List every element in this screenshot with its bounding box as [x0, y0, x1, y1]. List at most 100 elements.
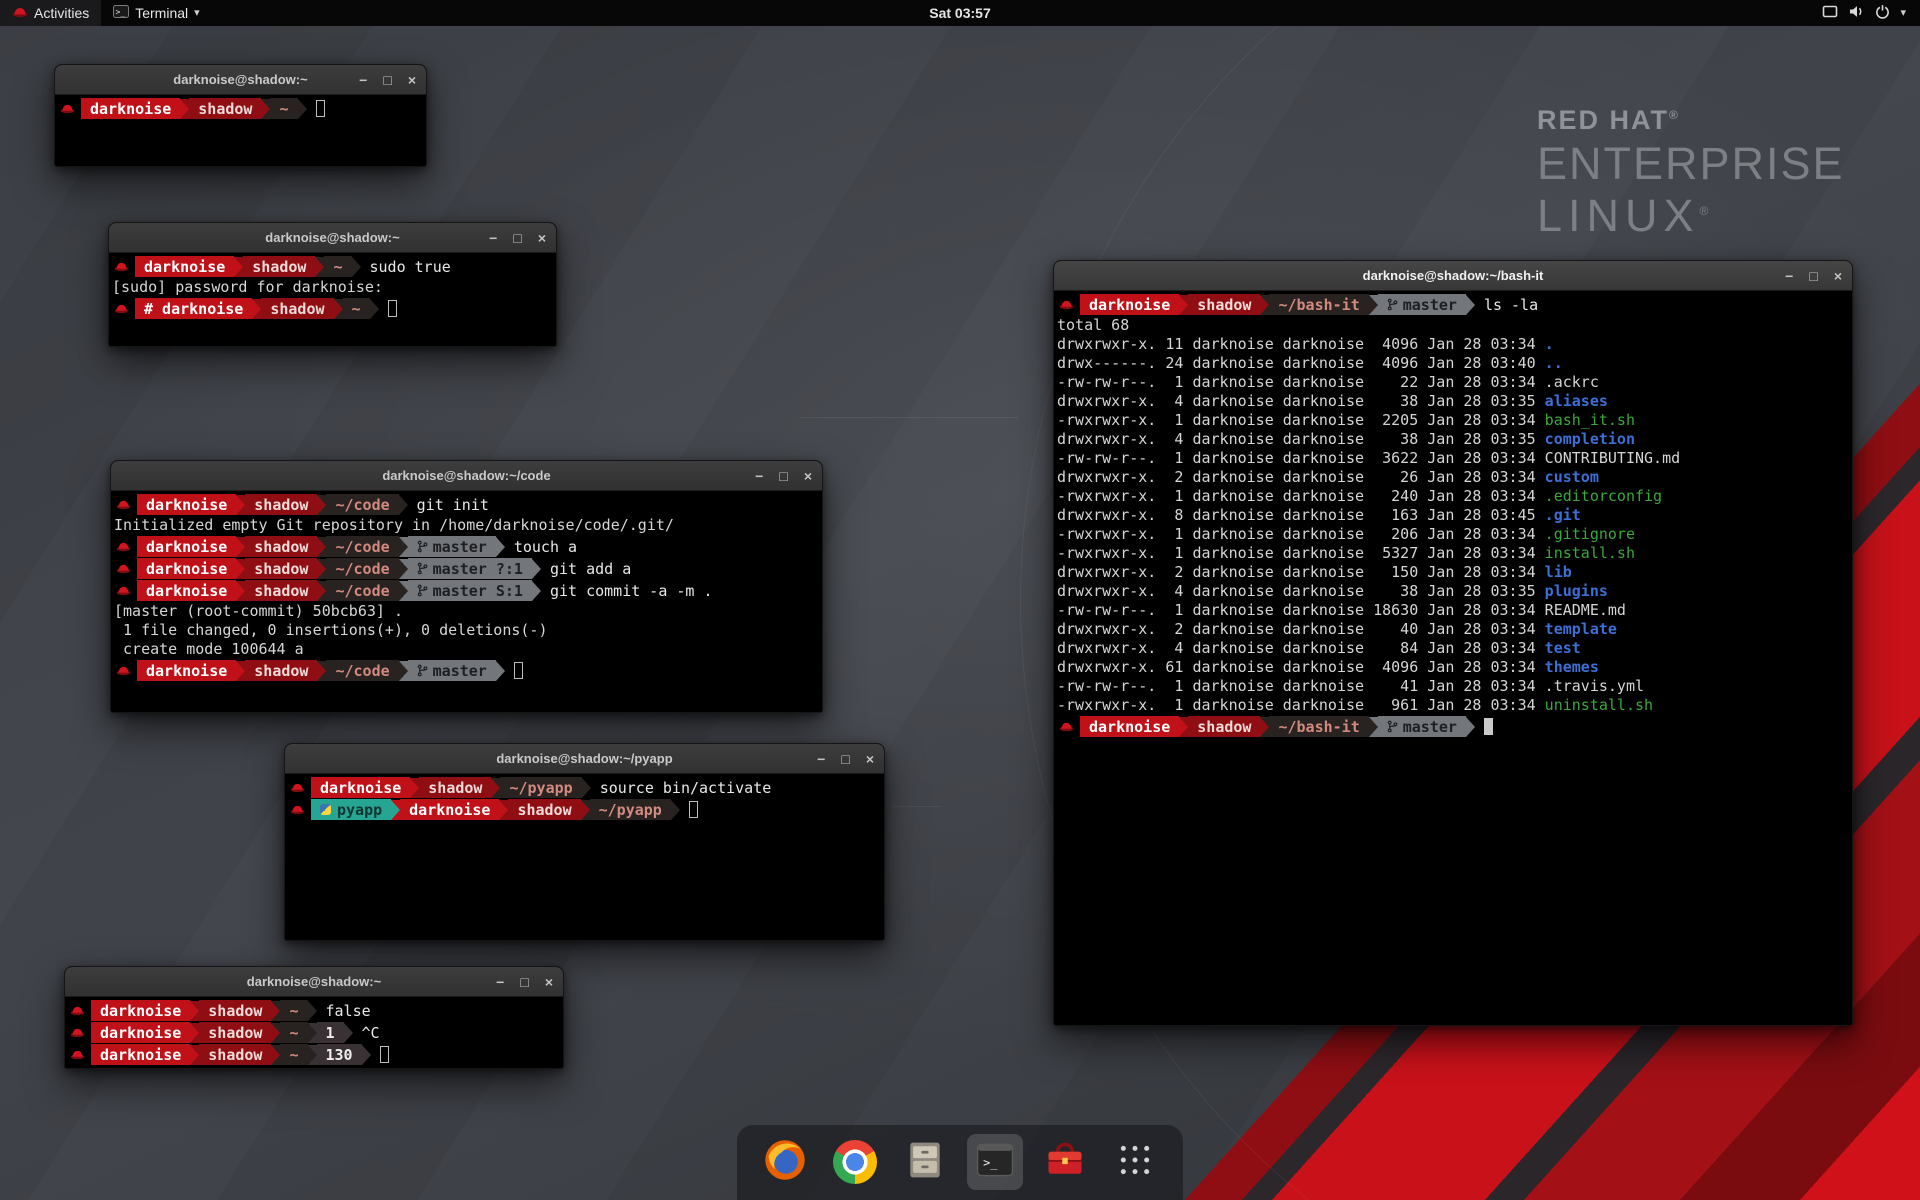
window-maximize-button[interactable]: □: [520, 975, 528, 989]
activities-button[interactable]: Activities: [0, 0, 101, 26]
terminal-body[interactable]: darknoiseshadow~sudo true[sudo] password…: [109, 253, 556, 322]
redhat-prompt-icon: [116, 541, 131, 552]
directory-name: test: [1545, 639, 1581, 657]
window-minimize-button[interactable]: −: [755, 469, 763, 483]
powerline-arrow-icon: [532, 581, 541, 601]
prompt-line: darknoiseshadow~false: [68, 1000, 561, 1021]
window-titlebar[interactable]: darknoise@shadow:~/pyapp−□×: [285, 744, 884, 774]
terminal-window-w5[interactable]: darknoise@shadow:~−□×darknoiseshadow~fal…: [64, 966, 564, 1069]
window-title: darknoise@shadow:~/code: [382, 468, 550, 483]
window-minimize-button[interactable]: −: [496, 975, 504, 989]
git-branch-icon: [1387, 298, 1398, 311]
git-branch-icon: [417, 540, 428, 553]
window-controls: − □ ×: [489, 223, 546, 252]
prompt-segment-user: darknoise: [1080, 294, 1179, 315]
ls-row: -rw-rw-r--. 1 darknoise darknoise 22 Jan…: [1057, 373, 1850, 392]
window-titlebar[interactable]: darknoise@shadow:~/code − □ ×: [111, 461, 822, 491]
dock-item-terminal[interactable]: >_: [967, 1134, 1023, 1190]
window-minimize-button[interactable]: −: [489, 231, 497, 245]
window-close-button[interactable]: ×: [538, 231, 546, 245]
prompt-segment-path: ~: [343, 298, 370, 319]
command-text: git commit -a -m .: [550, 582, 713, 600]
dock-item-toolbox[interactable]: [1037, 1134, 1093, 1190]
powerline-arrow-icon: [271, 1001, 280, 1021]
window-close-button[interactable]: ×: [1834, 269, 1842, 283]
window-maximize-button[interactable]: □: [513, 231, 521, 245]
directory-name: .git: [1545, 506, 1581, 524]
text-cursor: [689, 801, 698, 818]
prompt-segment-host: shadow: [189, 98, 261, 119]
command-text: git add a: [550, 560, 631, 578]
terminal-window-w6[interactable]: darknoise@shadow:~/bash-it−□×darknoisesh…: [1053, 260, 1853, 1026]
ls-row: -rwxrwxr-x. 1 darknoise darknoise 240 Ja…: [1057, 487, 1850, 506]
ls-fields: -rwxrwxr-x. 1 darknoise darknoise 240 Ja…: [1057, 487, 1545, 505]
window-titlebar[interactable]: darknoise@shadow:~−□×: [55, 65, 426, 95]
powerline-arrow-icon: [410, 778, 419, 798]
redhat-prompt-icon: [60, 103, 75, 114]
terminal-window-w4[interactable]: darknoise@shadow:~/pyapp−□×darknoiseshad…: [284, 743, 885, 941]
window-close-button[interactable]: ×: [545, 975, 553, 989]
powerline-arrow-icon: [582, 778, 591, 798]
ls-row: drwxrwxr-x. 4 darknoise darknoise 38 Jan…: [1057, 392, 1850, 411]
git-branch-icon: [417, 584, 428, 597]
power-icon: [1875, 4, 1890, 22]
powerline-arrow-icon: [1179, 717, 1188, 737]
prompt-segment-user: darknoise: [135, 256, 234, 277]
prompt-segment-user: darknoise: [91, 1044, 190, 1065]
window-close-button[interactable]: ×: [804, 469, 812, 483]
dock-item-files[interactable]: [897, 1134, 953, 1190]
prompt-segment-path: ~/bash-it: [1269, 294, 1368, 315]
window-close-button[interactable]: ×: [866, 752, 874, 766]
prompt-line: darknoiseshadow~/codemaster: [114, 660, 820, 681]
prompt-segment-path: ~: [324, 256, 351, 277]
powerline-arrow-icon: [298, 99, 307, 119]
ls-row: drwxrwxr-x. 61 darknoise darknoise 4096 …: [1057, 658, 1850, 677]
terminal-body[interactable]: darknoiseshadow~/codegit initInitialized…: [111, 491, 822, 684]
prompt-line: pyappdarknoiseshadow~/pyapp: [288, 799, 882, 820]
window-maximize-button[interactable]: □: [383, 73, 391, 87]
window-titlebar[interactable]: darknoise@shadow:~−□×: [109, 223, 556, 253]
prompt-segment-user: darknoise: [1080, 716, 1179, 737]
powerline-arrow-icon: [317, 537, 326, 557]
powerline-arrow-icon: [308, 1001, 317, 1021]
prompt-segment-user: darknoise: [137, 580, 236, 601]
clock[interactable]: Sat 03:57: [0, 5, 1920, 21]
dock-item-chrome[interactable]: [827, 1134, 883, 1190]
terminal-window-w1[interactable]: darknoise@shadow:~−□×darknoiseshadow~: [54, 64, 427, 167]
window-titlebar[interactable]: darknoise@shadow:~−□×: [65, 967, 563, 997]
system-status-area[interactable]: ▾: [1814, 0, 1914, 26]
terminal-body[interactable]: darknoiseshadow~falsedarknoiseshadow~1^C…: [65, 997, 563, 1068]
window-maximize-button[interactable]: □: [1809, 269, 1817, 283]
prompt-segment-path: ~/pyapp: [500, 777, 581, 798]
file-name: .travis.yml: [1545, 677, 1644, 695]
window-titlebar[interactable]: darknoise@shadow:~/bash-it−□×: [1054, 261, 1852, 291]
window-controls: − □ ×: [496, 967, 553, 996]
window-minimize-button[interactable]: −: [817, 752, 825, 766]
branding-redhat: RED HAT®: [1537, 105, 1845, 136]
app-menu-terminal[interactable]: >_ Terminal ▾: [101, 0, 211, 26]
powerline-arrow-icon: [308, 1023, 317, 1043]
terminal-body[interactable]: darknoiseshadow~: [55, 95, 426, 122]
dropdown-caret-icon: ▾: [1900, 8, 1906, 19]
prompt-segment-git: master ?:1: [408, 558, 532, 579]
window-close-button[interactable]: ×: [408, 73, 416, 87]
powerline-arrow-icon: [180, 99, 189, 119]
powerline-arrow-icon: [491, 778, 500, 798]
window-minimize-button[interactable]: −: [359, 73, 367, 87]
prompt-segment-host: shadow: [261, 298, 333, 319]
ls-fields: -rw-rw-r--. 1 darknoise darknoise 18630 …: [1057, 601, 1545, 619]
ls-row: -rw-rw-r--. 1 darknoise darknoise 41 Jan…: [1057, 677, 1850, 696]
dock-item-firefox[interactable]: [757, 1134, 813, 1190]
prompt-segment-host: shadow: [199, 1044, 271, 1065]
powerline-arrow-icon: [1369, 295, 1378, 315]
window-minimize-button[interactable]: −: [1785, 269, 1793, 283]
dock-item-show-apps[interactable]: [1107, 1134, 1163, 1190]
terminal-body[interactable]: darknoiseshadow~/bash-itmasterls -latota…: [1054, 291, 1852, 740]
terminal-window-w2[interactable]: darknoise@shadow:~−□×darknoiseshadow~sud…: [108, 222, 557, 347]
terminal-body[interactable]: darknoiseshadow~/pyappsource bin/activat…: [285, 774, 884, 823]
prompt-segment-path: ~/code: [326, 660, 398, 681]
terminal-window-w3[interactable]: darknoise@shadow:~/code − □ × darknoiseshado…: [110, 460, 823, 713]
window-maximize-button[interactable]: □: [779, 469, 787, 483]
terminal-output-line: 1 file changed, 0 insertions(+), 0 delet…: [114, 621, 820, 640]
window-maximize-button[interactable]: □: [841, 752, 849, 766]
